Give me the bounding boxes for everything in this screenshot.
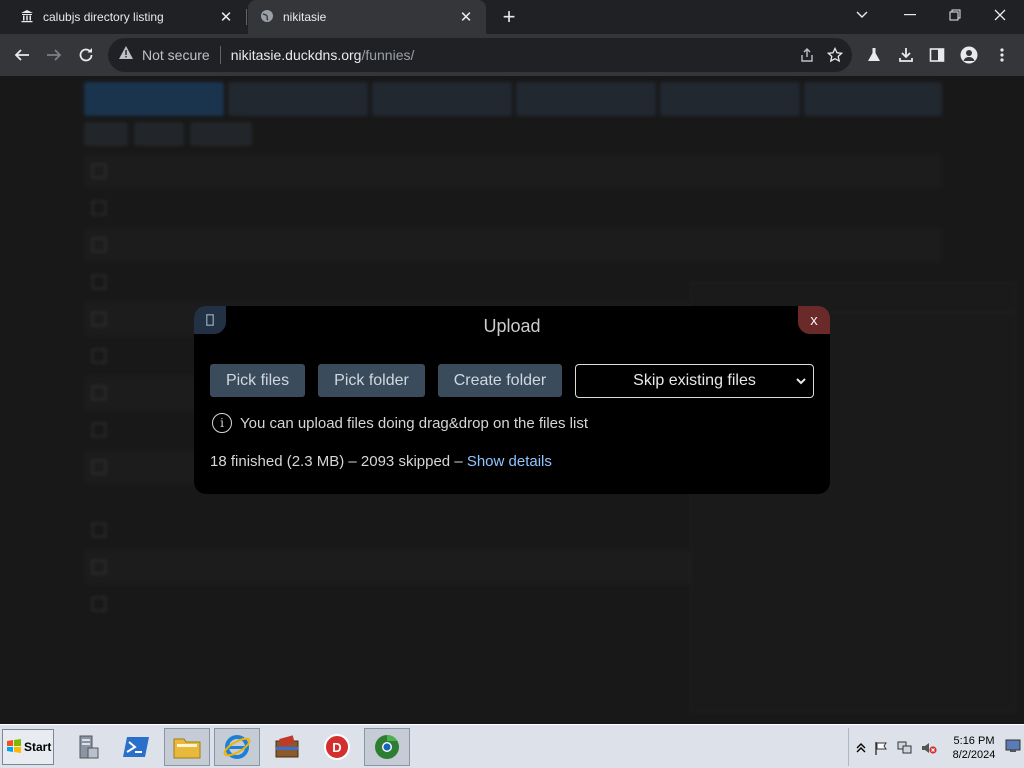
server-manager-icon[interactable]	[64, 728, 110, 766]
close-icon[interactable]: ✕	[458, 8, 474, 26]
clock-date: 8/2/2024	[952, 749, 996, 761]
close-window-button[interactable]	[978, 0, 1022, 30]
svg-text:D: D	[332, 740, 341, 755]
bank-icon	[20, 9, 34, 26]
create-folder-button[interactable]: Create folder	[438, 364, 562, 397]
windows-logo-icon	[6, 738, 22, 757]
modal-close-button[interactable]: x	[798, 306, 830, 334]
chrome-icon[interactable]	[364, 728, 410, 766]
restore-button[interactable]	[933, 0, 977, 30]
taskbar: Start D 5:16 PM 8/2/2024	[0, 724, 1024, 768]
select-value: Skip existing files	[633, 372, 756, 389]
powershell-icon[interactable]	[114, 728, 160, 766]
tab-title: nikitasie	[283, 10, 327, 24]
warning-icon[interactable]	[118, 45, 134, 65]
url-text[interactable]: nikitasie.duckdns.org/funnies/	[231, 47, 415, 63]
winrar-icon[interactable]	[264, 728, 310, 766]
start-label: Start	[24, 740, 52, 754]
new-tab-button[interactable]: +	[496, 4, 522, 30]
tab-strip: calubjs directory listing ✕ nikitasie ✕ …	[0, 0, 1024, 34]
reload-button[interactable]	[71, 40, 101, 70]
bookmark-star-icon[interactable]	[824, 44, 846, 66]
tab-title: calubjs directory listing	[43, 10, 164, 24]
tab-search-icon[interactable]	[840, 0, 884, 30]
action-center-flag-icon[interactable]	[873, 740, 889, 756]
clock[interactable]: 5:16 PM 8/2/2024	[945, 734, 1003, 762]
file-explorer-icon[interactable]	[164, 728, 210, 766]
side-panel-icon[interactable]	[926, 44, 948, 66]
app-d-icon[interactable]: D	[314, 728, 360, 766]
download-icon[interactable]	[895, 44, 917, 66]
clock-time: 5:16 PM	[953, 735, 995, 747]
system-tray: 5:16 PM 8/2/2024	[848, 728, 1022, 766]
modal-title: Upload	[483, 316, 541, 336]
internet-explorer-icon[interactable]	[214, 728, 260, 766]
url-host: nikitasie.duckdns.org	[230, 47, 362, 63]
network-icon[interactable]	[897, 740, 913, 756]
existing-files-select[interactable]: Skip existing files	[575, 364, 814, 398]
show-details-link[interactable]: Show details	[467, 453, 552, 470]
tab-separator	[246, 9, 247, 25]
info-message: i You can upload files doing drag&drop o…	[212, 413, 588, 433]
menu-kebab-icon[interactable]	[991, 44, 1013, 66]
upload-modal: Upload x Pick files Pick folder Create f…	[194, 306, 830, 494]
address-bar[interactable]: Not secure nikitasie.duckdns.org/funnies…	[108, 38, 852, 72]
url-path: /funnies/	[361, 47, 415, 63]
back-button[interactable]	[7, 40, 37, 70]
globe-icon	[260, 9, 274, 26]
security-label[interactable]: Not secure	[142, 47, 210, 63]
volume-muted-icon[interactable]	[921, 740, 937, 756]
divider	[219, 46, 221, 64]
pick-folder-button[interactable]: Pick folder	[318, 364, 425, 397]
labs-flask-icon[interactable]	[863, 44, 885, 66]
profile-avatar-icon[interactable]	[958, 44, 980, 66]
minimize-button[interactable]	[888, 0, 932, 30]
status-text: 18 finished (2.3 MB) – 2093 skipped –	[210, 453, 467, 470]
browser-toolbar: Not secure nikitasie.duckdns.org/funnies…	[0, 34, 1024, 76]
chevron-down-icon	[795, 374, 807, 392]
info-text: You can upload files doing drag&drop on …	[240, 414, 589, 432]
upload-status: 18 finished (2.3 MB) – 2093 skipped – Sh…	[210, 453, 552, 470]
tab-nikitasie[interactable]: nikitasie ✕	[248, 0, 486, 34]
show-desktop-icon[interactable]	[1005, 738, 1021, 754]
info-icon: i	[212, 413, 232, 433]
forward-button[interactable]	[39, 40, 69, 70]
start-button[interactable]: Start	[2, 729, 54, 765]
show-hidden-icons-icon[interactable]	[853, 740, 869, 756]
tab-calubjs[interactable]: calubjs directory listing ✕	[8, 0, 246, 34]
omnibox-actions	[796, 44, 846, 66]
share-icon[interactable]	[796, 44, 818, 66]
pick-files-button[interactable]: Pick files	[210, 364, 305, 397]
close-icon[interactable]: ✕	[218, 8, 234, 26]
